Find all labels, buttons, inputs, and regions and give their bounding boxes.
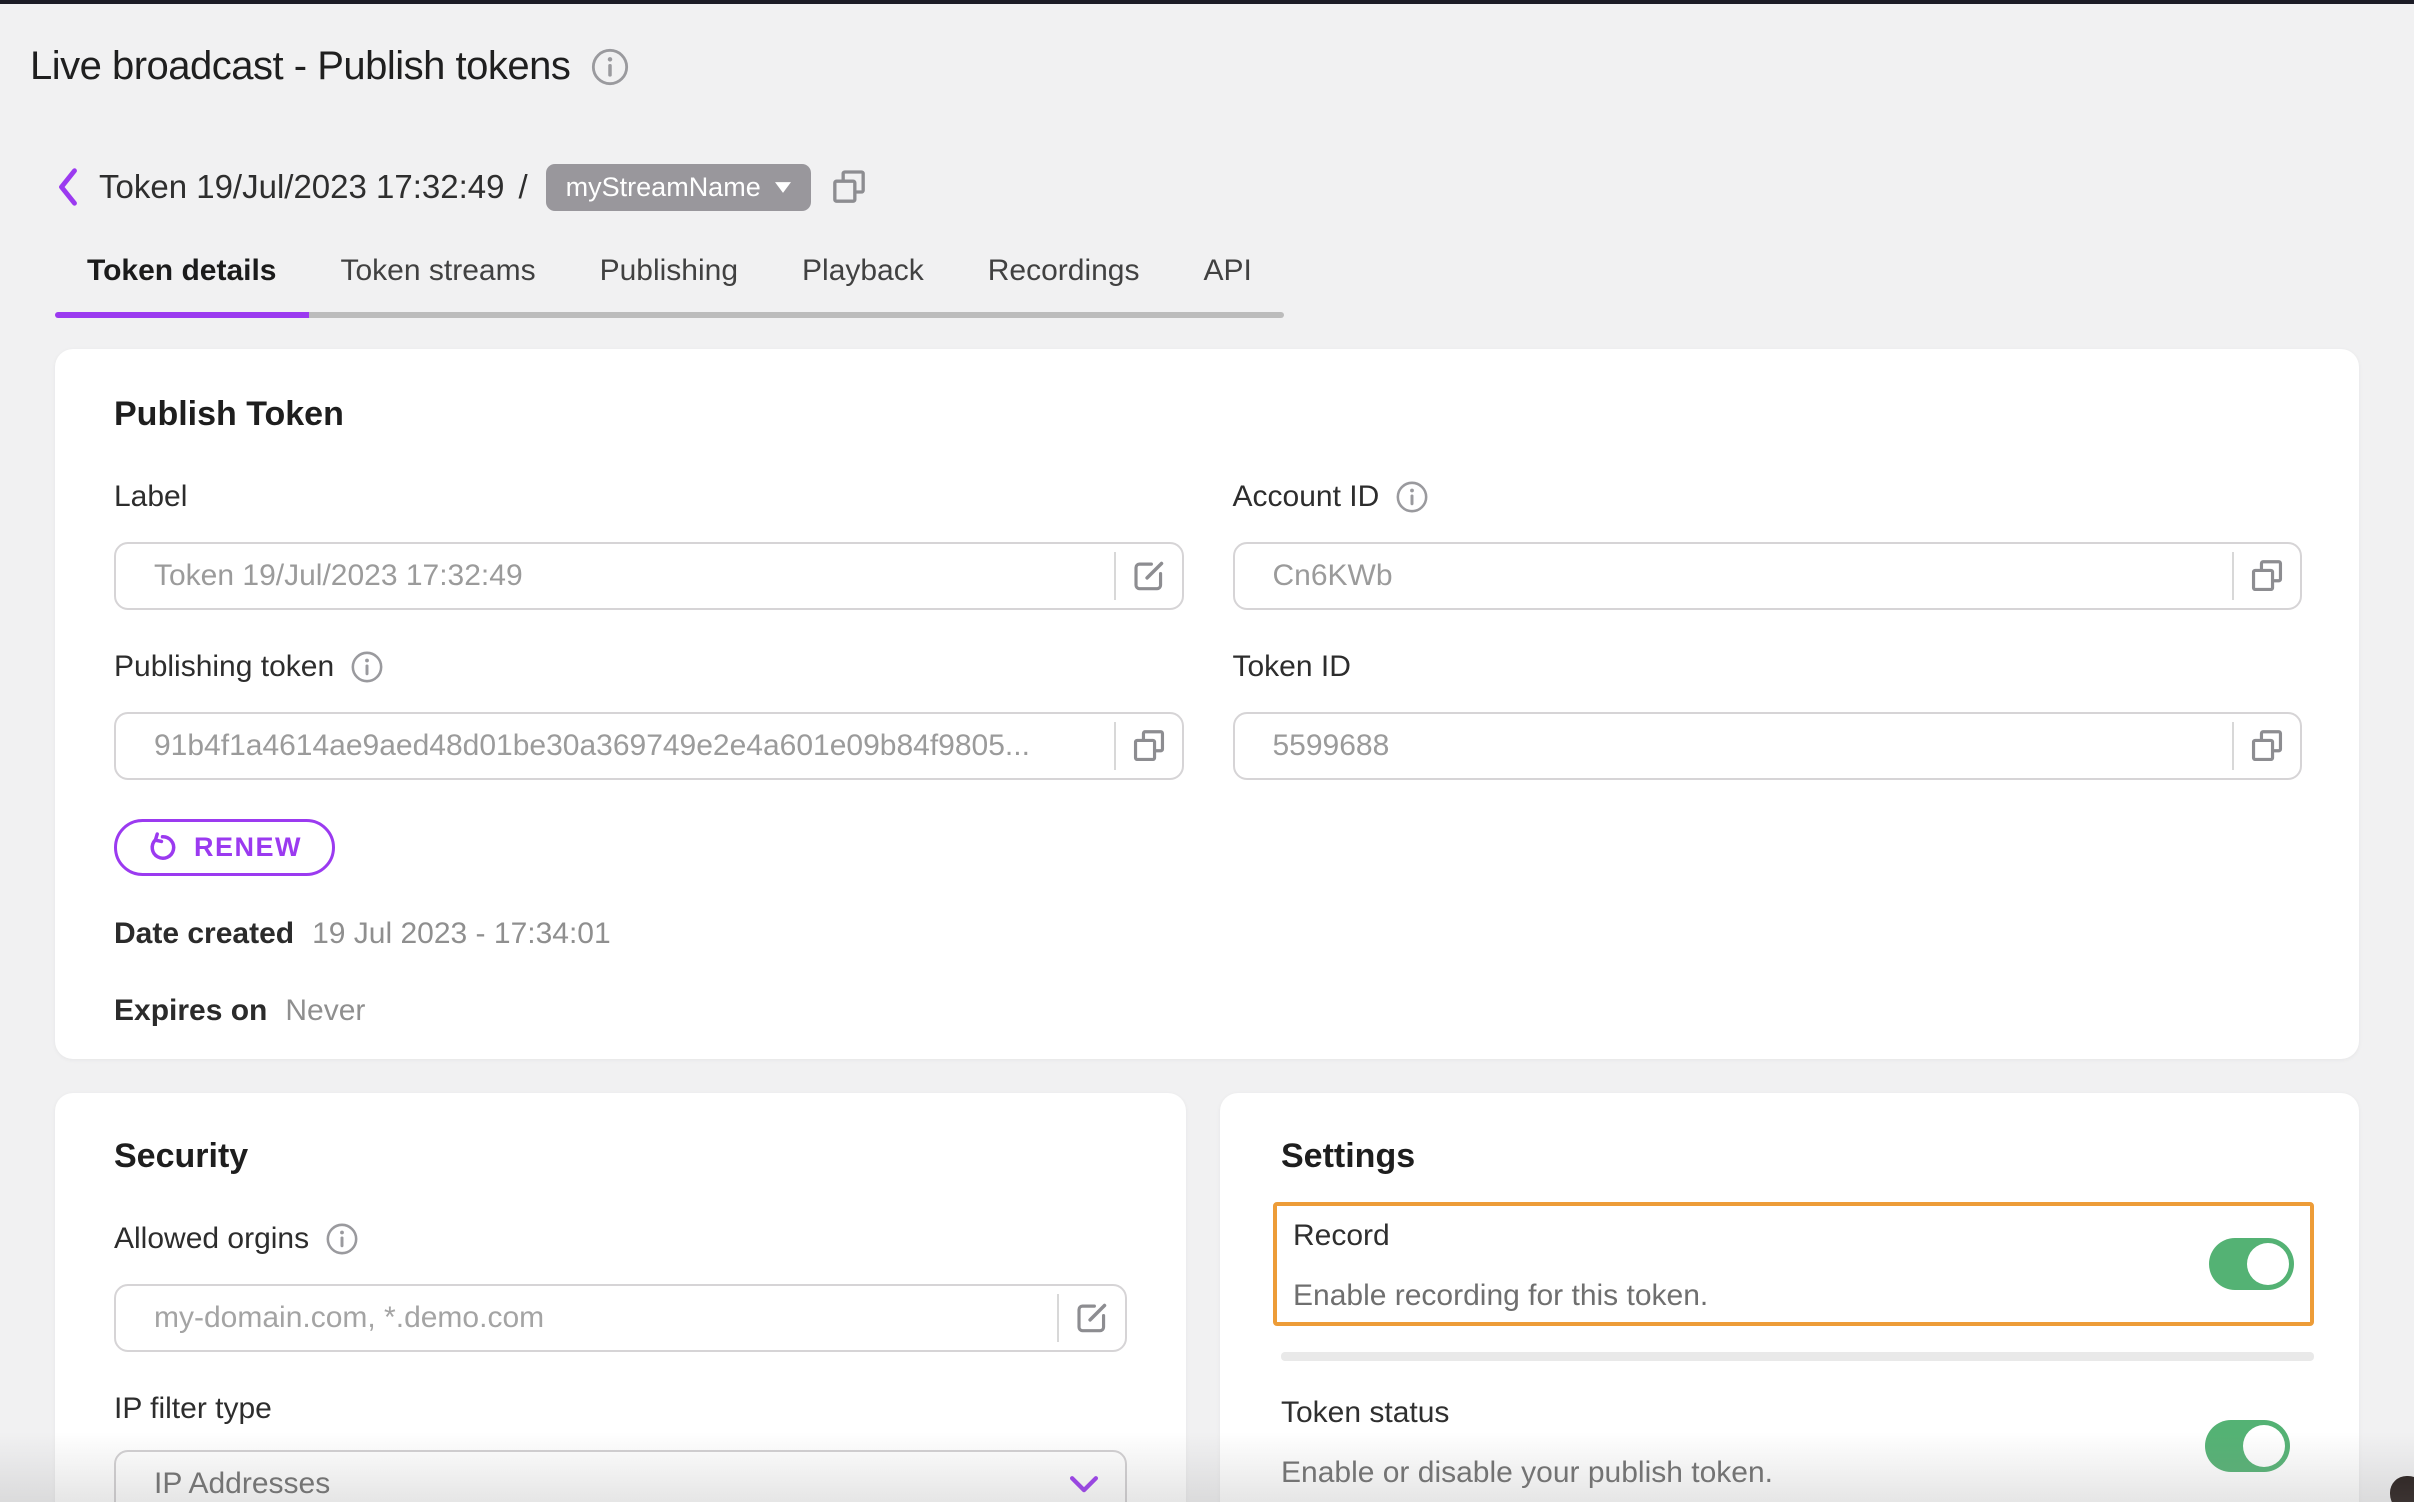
publish-token-card: Publish Token Label xyxy=(55,349,2359,1059)
security-title: Security xyxy=(114,1135,1127,1177)
account-id-label: Account ID xyxy=(1233,479,1380,515)
token-status-setting: Token status Enable or disable your publ… xyxy=(1281,1395,2314,1491)
token-id-label: Token ID xyxy=(1233,649,1351,685)
ip-filter-type-label: IP filter type xyxy=(114,1391,272,1427)
account-id-input[interactable] xyxy=(1235,544,2233,608)
renew-icon xyxy=(147,832,178,863)
tab-label: Token details xyxy=(87,254,277,287)
label-input-box xyxy=(114,542,1184,610)
edit-icon xyxy=(1073,1299,1111,1337)
ip-filter-selected-value: IP Addresses xyxy=(154,1467,1069,1501)
window-top-edge xyxy=(0,0,2414,4)
record-label: Record xyxy=(1293,1218,2294,1254)
settings-title: Settings xyxy=(1281,1135,2314,1177)
date-created-row: Date created 19 Jul 2023 - 17:34:01 xyxy=(114,917,2302,951)
tab-label: Playback xyxy=(802,254,924,287)
expires-on-label: Expires on xyxy=(114,994,267,1028)
copy-icon xyxy=(2248,557,2286,595)
chevron-left-icon xyxy=(55,166,81,208)
breadcrumb-token-label: Token 19/Jul/2023 17:32:49 xyxy=(99,168,505,206)
info-icon[interactable] xyxy=(1395,480,1429,514)
account-id-field-group: Account ID xyxy=(1233,479,2303,610)
copy-publishing-token-button[interactable] xyxy=(1116,714,1182,778)
label-field-label: Label xyxy=(114,479,187,515)
tab-bar: Token details Token streams Publishing P… xyxy=(55,252,1284,318)
label-field-group: Label xyxy=(114,479,1184,610)
copy-token-id-button[interactable] xyxy=(2234,714,2300,778)
page-header: Live broadcast - Publish tokens xyxy=(30,44,630,89)
publish-token-fields: Label Account ID xyxy=(114,479,2302,780)
page-info-button[interactable] xyxy=(590,47,630,87)
tab-label: Publishing xyxy=(600,254,738,287)
tab-label: Recordings xyxy=(988,254,1140,287)
token-status-label: Token status xyxy=(1281,1395,2314,1431)
publishing-token-input-box xyxy=(114,712,1184,780)
edit-label-button[interactable] xyxy=(1116,544,1182,608)
breadcrumb: Token 19/Jul/2023 17:32:49 / myStreamNam… xyxy=(55,162,869,212)
edit-icon xyxy=(1130,557,1168,595)
account-id-input-box xyxy=(1233,542,2303,610)
expires-on-row: Expires on Never xyxy=(114,994,2302,1028)
info-icon[interactable] xyxy=(325,1222,359,1256)
allowed-origins-input-box xyxy=(114,1284,1127,1352)
copy-stream-name-button[interactable] xyxy=(829,167,869,207)
expires-on-value: Never xyxy=(285,994,365,1028)
info-icon[interactable] xyxy=(350,650,384,684)
page: Live broadcast - Publish tokens Token 19… xyxy=(0,0,2414,1502)
copy-icon xyxy=(829,167,869,207)
tab-token-streams[interactable]: Token streams xyxy=(309,252,568,318)
page-title: Live broadcast - Publish tokens xyxy=(30,44,570,89)
allowed-origins-label: Allowed orgins xyxy=(114,1221,309,1257)
ip-filter-select[interactable]: IP Addresses xyxy=(114,1450,1127,1502)
stream-name-dropdown[interactable]: myStreamName xyxy=(546,164,811,211)
edit-allowed-origins-button[interactable] xyxy=(1059,1286,1125,1350)
security-card: Security Allowed orgins IP filter type xyxy=(55,1093,1186,1502)
tab-recordings[interactable]: Recordings xyxy=(956,252,1172,318)
tab-publishing[interactable]: Publishing xyxy=(568,252,770,318)
settings-card: Settings Record Enable recording for thi… xyxy=(1220,1093,2359,1502)
copy-icon xyxy=(2248,727,2286,765)
chevron-down-icon xyxy=(1069,1475,1099,1494)
record-description: Enable recording for this token. xyxy=(1293,1278,2294,1314)
token-id-input[interactable] xyxy=(1235,714,2233,778)
tab-token-details[interactable]: Token details xyxy=(55,252,309,318)
copy-account-id-button[interactable] xyxy=(2234,544,2300,608)
token-status-description: Enable or disable your publish token. xyxy=(1281,1455,2314,1491)
publishing-token-input[interactable] xyxy=(116,714,1114,778)
info-icon xyxy=(590,47,630,87)
token-id-field-group: Token ID xyxy=(1233,649,2303,780)
record-setting-highlight: Record Enable recording for this token. xyxy=(1273,1202,2314,1326)
renew-button-label: RENEW xyxy=(194,832,302,863)
mouse-cursor xyxy=(2390,1476,2414,1502)
copy-icon xyxy=(1130,727,1168,765)
renew-button[interactable]: RENEW xyxy=(114,819,335,876)
token-id-input-box xyxy=(1233,712,2303,780)
allowed-origins-input[interactable] xyxy=(116,1286,1057,1350)
publishing-token-label: Publishing token xyxy=(114,649,334,685)
date-created-value: 19 Jul 2023 - 17:34:01 xyxy=(312,917,611,951)
settings-divider xyxy=(1281,1352,2314,1361)
publishing-token-field-group: Publishing token xyxy=(114,649,1184,780)
date-created-label: Date created xyxy=(114,917,294,951)
label-input[interactable] xyxy=(116,544,1114,608)
token-status-toggle[interactable] xyxy=(2205,1420,2290,1472)
back-button[interactable] xyxy=(55,166,81,208)
publish-token-title: Publish Token xyxy=(114,393,2302,435)
breadcrumb-separator: / xyxy=(519,168,528,206)
caret-down-icon xyxy=(775,182,791,193)
tab-api[interactable]: API xyxy=(1172,252,1284,318)
record-toggle[interactable] xyxy=(2209,1238,2294,1290)
stream-name-label: myStreamName xyxy=(566,172,761,203)
tab-label: API xyxy=(1204,254,1252,287)
tab-label: Token streams xyxy=(341,254,536,287)
tab-playback[interactable]: Playback xyxy=(770,252,956,318)
